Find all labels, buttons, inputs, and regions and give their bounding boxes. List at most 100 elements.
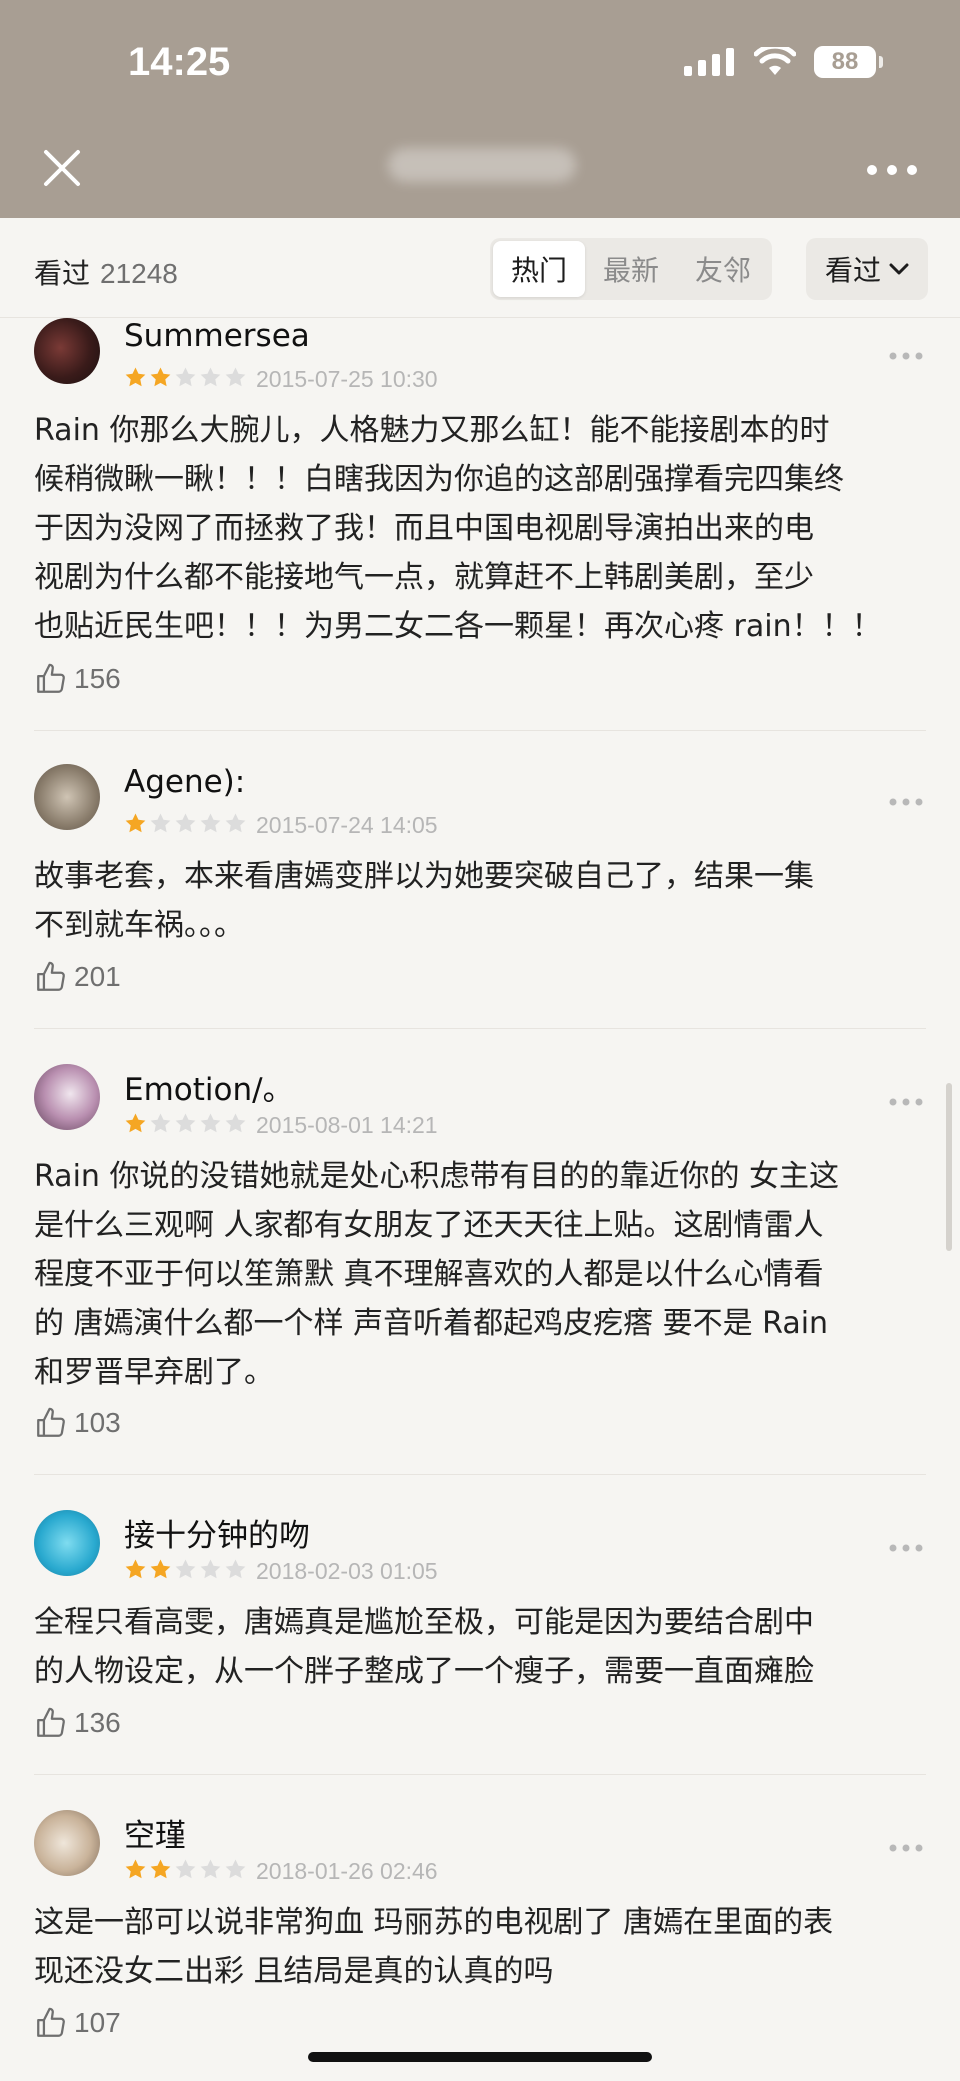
review-item: Agene): 2015-07-24 14:05 故事老套，本来看唐嫣变胖以为她… — [0, 764, 960, 1064]
star-icon — [150, 1113, 171, 1133]
more-options-icon[interactable] — [866, 158, 918, 182]
review-item: Emotion/。 2015-08-01 14:21 Rain 你说的没错她就是… — [0, 1064, 960, 1478]
review-line: 全程只看高雯，唐嫣真是尴尬至极，可能是因为要结合剧中 — [34, 1605, 814, 1640]
divider — [34, 1028, 926, 1029]
review-item: 空瑾 2018-01-26 02:46 这是一部可以说非常狗血 玛丽苏的电视剧了… — [0, 1810, 960, 2081]
review-text: 全程只看高雯，唐嫣真是尴尬至极，可能是因为要结合剧中 的人物设定，从一个胖子整成… — [34, 1598, 934, 1696]
star-icon — [200, 1859, 221, 1879]
username[interactable]: Emotion/。 — [124, 1064, 294, 1109]
star-rating — [124, 366, 247, 389]
avatar[interactable] — [34, 1064, 100, 1130]
review-line: 程度不亚于何以笙箫默 真不理解喜欢的人都是以什么心情看 — [34, 1257, 824, 1292]
avatar[interactable] — [34, 764, 100, 830]
avatar[interactable] — [34, 1810, 100, 1876]
seen-dropdown[interactable]: 看过 — [806, 238, 928, 300]
wifi-icon — [754, 47, 796, 75]
star-icon — [175, 1559, 196, 1579]
star-icon — [125, 1559, 146, 1579]
review-item: Summersea 2015-07-25 10:30 Rain 你那么大腕儿，人… — [0, 318, 960, 732]
star-icon — [175, 1859, 196, 1879]
thumbs-up-icon — [37, 2007, 65, 2037]
review-line: 不到就车祸。。。 — [34, 908, 244, 943]
like-button[interactable]: 103 — [34, 1406, 121, 1440]
star-icon — [175, 1113, 196, 1133]
seen-number: 21248 — [100, 258, 178, 289]
thumbs-up-icon — [37, 663, 65, 693]
like-count: 136 — [74, 1707, 121, 1738]
like-count: 201 — [74, 961, 121, 992]
tab-latest[interactable]: 最新 — [585, 241, 677, 297]
thumbs-up-icon — [37, 1407, 65, 1437]
tab-friends[interactable]: 友邻 — [677, 241, 769, 297]
seen-count: 看过 21248 — [34, 252, 178, 292]
divider — [34, 730, 926, 731]
star-rating — [124, 1858, 247, 1881]
avatar[interactable] — [34, 1510, 100, 1576]
filter-bar: 看过 21248 热门 最新 友邻 看过 — [0, 218, 960, 318]
avatar[interactable] — [34, 318, 100, 384]
like-button[interactable]: 107 — [34, 2006, 121, 2040]
review-text: 这是一部可以说非常狗血 玛丽苏的电视剧了 唐嫣在里面的表 现还没女二出彩 且结局… — [34, 1898, 934, 1996]
review-line: 的人物设定，从一个胖子整成了一个瘦子，需要一直面瘫脸 — [34, 1654, 814, 1689]
review-line: Rain 你说的没错她就是处心积虑带有目的的靠近你的 女主这 — [34, 1159, 839, 1194]
star-icon — [125, 1113, 146, 1133]
star-icon — [175, 367, 196, 387]
star-icon — [125, 1859, 146, 1879]
review-line: Rain 你那么大腕儿，人格魅力又那么缸！能不能接剧本的时 — [34, 413, 830, 448]
star-icon — [200, 1113, 221, 1133]
star-rating — [124, 812, 247, 835]
review-item: 接十分钟的吻 2018-02-03 01:05 全程只看高雯，唐嫣真是尴尬至极，… — [0, 1510, 960, 1810]
star-icon — [225, 367, 246, 387]
scrollbar[interactable] — [946, 1083, 952, 1251]
review-line: 也贴近民生吧！！！为男二女二各一颗星！再次心疼 rain！！！ — [34, 609, 882, 644]
like-button[interactable]: 136 — [34, 1706, 121, 1740]
star-rating — [124, 1112, 247, 1135]
review-line: 候稍微瞅一瞅！！！白瞎我因为你追的这部剧强撑看完四集终 — [34, 462, 844, 497]
home-indicator[interactable] — [308, 2052, 652, 2062]
divider — [34, 1474, 926, 1475]
review-line: 现还没女二出彩 且结局是真的认真的吗 — [34, 1954, 554, 1989]
review-date: 2015-08-01 14:21 — [256, 1112, 438, 1138]
review-text: 故事老套，本来看唐嫣变胖以为她要突破自己了，结果一集 不到就车祸。。。 — [34, 852, 934, 950]
tab-hot[interactable]: 热门 — [493, 241, 585, 297]
review-line: 故事老套，本来看唐嫣变胖以为她要突破自己了，结果一集 — [34, 859, 814, 894]
star-icon — [200, 813, 221, 833]
username[interactable]: Summersea — [124, 318, 310, 354]
like-count: 156 — [74, 663, 121, 694]
username[interactable]: 空瑾 — [124, 1810, 186, 1855]
star-icon — [175, 813, 196, 833]
dropdown-label: 看过 — [824, 254, 881, 287]
username[interactable]: 接十分钟的吻 — [124, 1510, 310, 1555]
like-count: 103 — [74, 1407, 121, 1438]
thumbs-up-icon — [37, 961, 65, 991]
star-rating — [124, 1558, 247, 1581]
review-line: 于因为没网了而拯救了我！而且中国电视剧导演拍出来的电 — [34, 511, 814, 546]
star-icon — [150, 1559, 171, 1579]
review-text: Rain 你那么大腕儿，人格魅力又那么缸！能不能接剧本的时 候稍微瞅一瞅！！！白… — [34, 406, 934, 651]
top-header: 14:25 88 — [0, 0, 960, 218]
star-icon — [150, 367, 171, 387]
star-icon — [125, 367, 146, 387]
more-options-icon[interactable] — [888, 1842, 924, 1854]
review-line: 的 唐嫣演什么都一个样 声音听着都起鸡皮疙瘩 要不是 Rain — [34, 1306, 829, 1341]
more-options-icon[interactable] — [888, 1542, 924, 1554]
more-options-icon[interactable] — [888, 1096, 924, 1108]
status-time: 14:25 — [128, 40, 231, 84]
more-options-icon[interactable] — [888, 796, 924, 808]
like-button[interactable]: 156 — [34, 662, 121, 696]
star-icon — [200, 367, 221, 387]
close-icon[interactable] — [38, 144, 86, 192]
signal-icon — [684, 48, 734, 76]
like-button[interactable]: 201 — [34, 960, 121, 994]
header-title — [388, 148, 576, 182]
review-text: Rain 你说的没错她就是处心积虑带有目的的靠近你的 女主这 是什么三观啊 人家… — [34, 1152, 934, 1397]
star-icon — [225, 813, 246, 833]
more-options-icon[interactable] — [888, 350, 924, 362]
seen-label: 看过 — [34, 257, 91, 290]
divider — [34, 1774, 926, 1775]
review-date: 2018-01-26 02:46 — [256, 1858, 438, 1884]
review-line: 和罗晋早弃剧了。 — [34, 1355, 274, 1390]
username[interactable]: Agene): — [124, 764, 245, 800]
review-line: 这是一部可以说非常狗血 玛丽苏的电视剧了 唐嫣在里面的表 — [34, 1905, 834, 1940]
review-date: 2018-02-03 01:05 — [256, 1558, 438, 1584]
